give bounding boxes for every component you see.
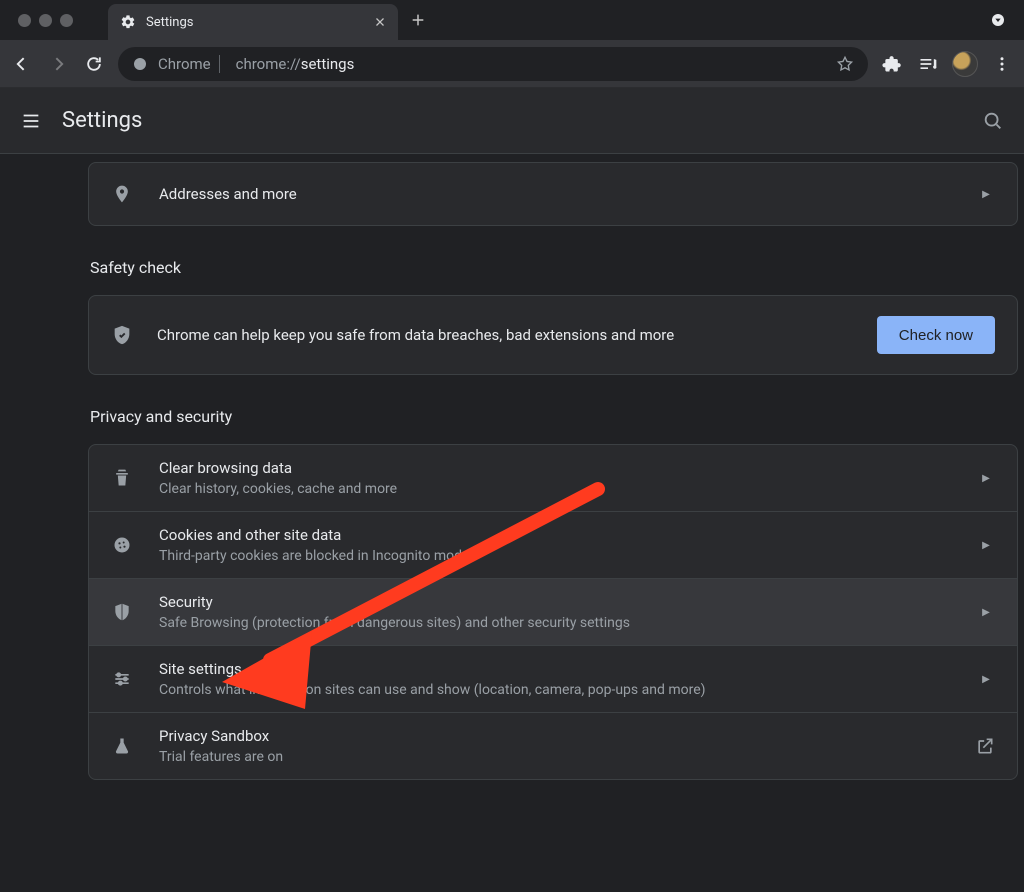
- chevron-right-icon: ▶: [977, 540, 995, 551]
- profile-avatar[interactable]: [952, 51, 978, 77]
- browser-toolbar: Chrome chrome://settings: [0, 40, 1024, 88]
- settings-app-header: Settings: [0, 88, 1024, 154]
- flask-icon: [111, 735, 133, 757]
- autofill-card-tail: Addresses and more ▶: [88, 162, 1018, 226]
- row-title: Clear browsing data: [159, 459, 397, 477]
- safety-check-card: Chrome can help keep you safe from data …: [88, 295, 1018, 375]
- back-button[interactable]: [10, 52, 34, 76]
- traffic-light-zoom[interactable]: [60, 14, 73, 27]
- row-privacy-sandbox[interactable]: Privacy Sandbox Trial features are on: [89, 712, 1017, 779]
- row-title: Addresses and more: [159, 185, 297, 203]
- window-titlebar: Settings: [0, 0, 1024, 40]
- gear-icon: [120, 14, 136, 30]
- row-title: Site settings: [159, 660, 706, 678]
- row-title: Privacy Sandbox: [159, 727, 283, 745]
- location-pin-icon: [111, 183, 133, 205]
- safety-check-heading: Safety check: [90, 258, 1018, 277]
- row-subtitle: Trial features are on: [159, 749, 283, 765]
- kebab-menu-icon[interactable]: [990, 52, 1014, 76]
- reload-button[interactable]: [82, 52, 106, 76]
- row-subtitle: Safe Browsing (protection from dangerous…: [159, 615, 630, 631]
- extensions-icon[interactable]: [880, 52, 904, 76]
- bookmark-star-icon[interactable]: [836, 55, 854, 73]
- tab-title: Settings: [146, 15, 193, 30]
- row-site-settings[interactable]: Site settings Controls what information s…: [89, 645, 1017, 712]
- hamburger-menu-icon[interactable]: [20, 110, 42, 132]
- window-traffic-lights: [0, 14, 108, 27]
- traffic-light-close[interactable]: [18, 14, 31, 27]
- browser-tab-settings[interactable]: Settings: [108, 4, 398, 40]
- settings-title: Settings: [62, 108, 142, 133]
- row-title: Cookies and other site data: [159, 526, 469, 544]
- chevron-right-icon: ▶: [977, 607, 995, 618]
- trash-icon: [111, 467, 133, 489]
- settings-content: Addresses and more ▶ Safety check Chrome…: [0, 154, 1024, 892]
- row-cookies-and-other-site-data[interactable]: Cookies and other site data Third-party c…: [89, 511, 1017, 578]
- forward-button[interactable]: [46, 52, 70, 76]
- row-subtitle: Clear history, cookies, cache and more: [159, 481, 397, 497]
- omnibox-path: settings: [301, 55, 355, 73]
- row-subtitle: Controls what information sites can use …: [159, 682, 706, 698]
- omnibox-scheme: chrome://: [230, 55, 301, 73]
- omnibox[interactable]: Chrome chrome://settings: [118, 47, 868, 81]
- shield-icon: [111, 601, 133, 623]
- check-now-button[interactable]: Check now: [877, 316, 995, 354]
- row-subtitle: Third-party cookies are blocked in Incog…: [159, 548, 469, 564]
- privacy-heading: Privacy and security: [90, 407, 1018, 426]
- site-info-icon[interactable]: [132, 56, 148, 72]
- close-tab-icon[interactable]: [374, 16, 386, 28]
- media-control-icon[interactable]: [916, 52, 940, 76]
- row-security[interactable]: Security Safe Browsing (protection from d…: [89, 578, 1017, 645]
- chevron-right-icon: ▶: [977, 674, 995, 685]
- cookie-icon: [111, 534, 133, 556]
- shield-check-icon: [111, 324, 133, 346]
- new-tab-button[interactable]: [398, 12, 438, 28]
- sliders-icon: [111, 668, 133, 690]
- row-title: Security: [159, 593, 630, 611]
- privacy-card: Clear browsing data Clear history, cookie…: [88, 444, 1018, 780]
- search-settings-icon[interactable]: [982, 110, 1004, 132]
- dropdown-icon[interactable]: [990, 12, 1006, 28]
- traffic-light-minimize[interactable]: [39, 14, 52, 27]
- chevron-right-icon: ▶: [977, 189, 995, 200]
- safety-check-message: Chrome can help keep you safe from data …: [157, 326, 853, 344]
- row-addresses-and-more[interactable]: Addresses and more ▶: [89, 163, 1017, 225]
- omnibox-brand: Chrome: [158, 55, 220, 73]
- open-external-icon: [975, 736, 995, 756]
- chevron-right-icon: ▶: [977, 473, 995, 484]
- row-clear-browsing-data[interactable]: Clear browsing data Clear history, cookie…: [89, 445, 1017, 511]
